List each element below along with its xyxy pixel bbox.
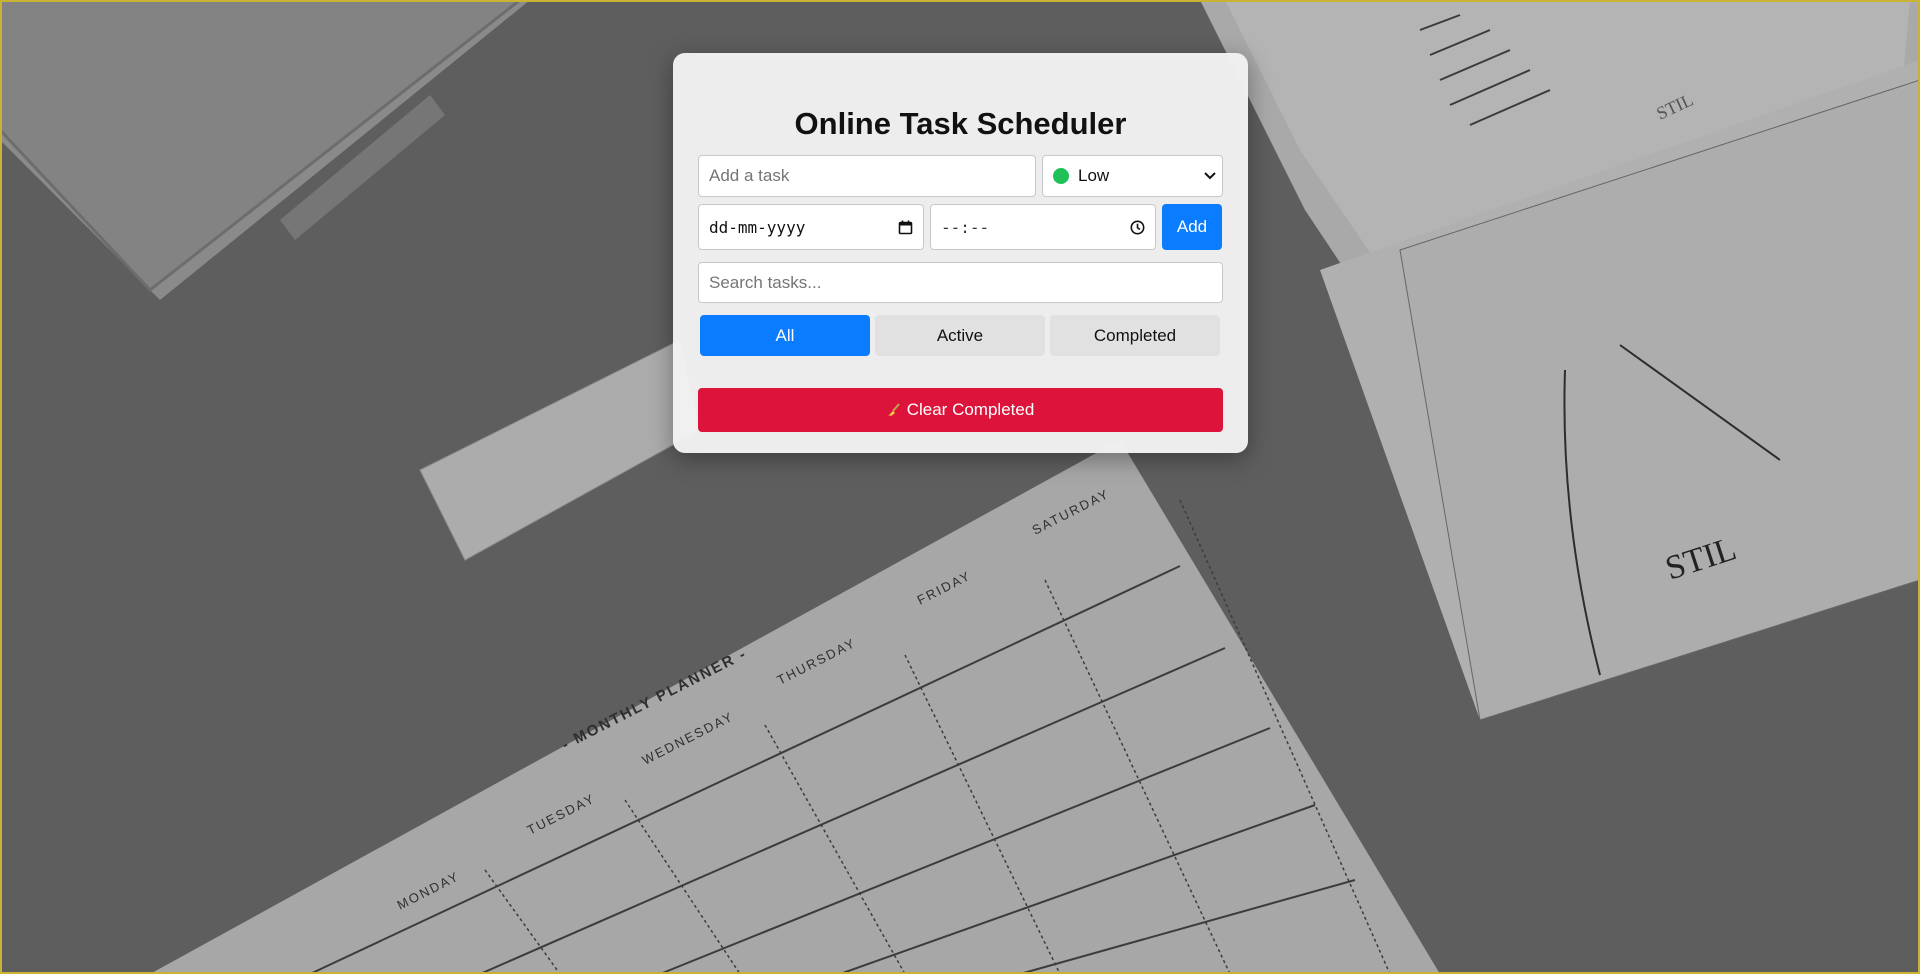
scheduler-card: Online Task Scheduler Add a task Low dd-… <box>673 53 1248 453</box>
priority-dot-icon <box>1053 168 1069 184</box>
date-placeholder: dd-mm-yyyy <box>709 217 806 237</box>
add-task-button[interactable]: Add <box>1162 204 1222 250</box>
clock-icon[interactable] <box>1130 220 1145 235</box>
chevron-down-icon <box>1204 172 1216 180</box>
task-input[interactable]: Add a task <box>698 155 1036 197</box>
broom-icon <box>887 403 901 417</box>
priority-selected-label: Low <box>1078 166 1110 185</box>
time-placeholder: --:-- <box>941 217 990 237</box>
date-input[interactable]: dd-mm-yyyy <box>698 204 924 250</box>
search-input[interactable]: Search tasks... <box>698 262 1223 303</box>
priority-select[interactable]: Low <box>1042 155 1223 197</box>
filter-active-button[interactable]: Active <box>875 315 1045 356</box>
filter-bar: All Active Completed <box>698 315 1223 356</box>
clear-completed-button[interactable]: Clear Completed <box>698 388 1223 432</box>
task-input-placeholder: Add a task <box>709 166 790 185</box>
clear-completed-label: Clear Completed <box>906 400 1035 419</box>
filter-all-button[interactable]: All <box>700 315 870 356</box>
search-placeholder: Search tasks... <box>709 272 822 292</box>
filter-completed-button[interactable]: Completed <box>1050 315 1220 356</box>
time-input[interactable]: --:-- <box>930 204 1156 250</box>
calendar-icon[interactable] <box>898 220 913 235</box>
page-title: Online Task Scheduler <box>794 106 1127 141</box>
